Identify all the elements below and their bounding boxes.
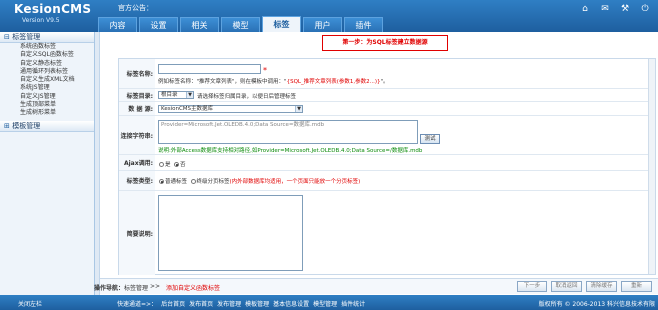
tag-type-label: 标签类型: — [119, 171, 155, 190]
nav-link-tag-management[interactable]: 标签管理 — [124, 283, 148, 292]
expand-icon: ⊞ — [4, 121, 10, 130]
form-scrollbar[interactable] — [648, 59, 655, 274]
logo: KesionCMS — [14, 2, 92, 16]
footer-link-admin-home[interactable]: 后台首页 — [161, 299, 185, 308]
clear-cache-button[interactable]: 清除缓存 — [586, 281, 617, 292]
type-page-label: 终级分页标签 — [196, 179, 230, 185]
sidebar-item-custom-static-tags[interactable]: 自定义静态标签 — [0, 60, 94, 68]
sidebar-section-label: 标签管理 — [12, 33, 41, 41]
row-tag-dir: 标签目录: 根目录 ▼ 请选择标签归属目录，以便日后管理标签 — [119, 89, 655, 102]
ajax-no-label: 否 — [180, 162, 186, 168]
wrench-icon[interactable]: ⚒ — [620, 4, 630, 14]
row-datasource: 数 据 源: KesionCMS主数据库 ▼ — [119, 102, 655, 116]
tag-form: 标签名称: * 例如标签名称："推荐文章列表"，则在模板中调用："{SQL_推荐… — [118, 58, 656, 275]
row-ajax: Ajax调用: 是 否 — [119, 155, 655, 171]
footer-link-publish-home[interactable]: 发布首页 — [189, 299, 213, 308]
required-mark: * — [263, 66, 267, 75]
main-panel: 第一步：为SQL标签建立数据源 标签名称: * 例如标签名称："推荐文章列表"，… — [94, 32, 658, 295]
tag-name-hint: 例如标签名称："推荐文章列表"，则在模板中调用："{SQL_推荐文章列表(参数1… — [158, 79, 389, 85]
tab-model[interactable]: 模型 — [221, 17, 260, 32]
nav-separator: >> — [150, 283, 161, 290]
sidebar-section-label: 模板管理 — [12, 121, 41, 130]
sidebar: ⊟ 标签管理 系统函数标签 自定义SQL函数标签 自定义静态标签 通用循环列表标… — [0, 32, 95, 295]
reset-button[interactable]: 重新 — [621, 281, 652, 292]
chevron-down-icon: ▼ — [186, 92, 193, 98]
sidebar-section-tag-management[interactable]: ⊟ 标签管理 — [0, 32, 94, 43]
footer-link-template-manage[interactable]: 模板管理 — [245, 299, 269, 308]
datasource-label: 数 据 源: — [119, 102, 155, 115]
tag-name-label: 标签名称: — [119, 59, 155, 88]
chevron-down-icon: ▼ — [295, 106, 302, 112]
ajax-no-radio[interactable] — [174, 162, 180, 167]
footer-link-publish-manage[interactable]: 发布管理 — [217, 299, 241, 308]
top-icons: ⌂ ✉ ⚒ ⏻ — [580, 4, 650, 14]
sidebar-item-custom-js[interactable]: 自定义JS管理 — [0, 93, 94, 101]
type-page-radio[interactable] — [190, 179, 196, 184]
datasource-select[interactable]: KesionCMS主数据库 ▼ — [158, 105, 303, 113]
operation-nav: 操作导航： 标签管理 >> 添加自定义函数标签 下一步 取消返回 清除缓存 重新 — [94, 278, 658, 294]
tag-dir-label: 标签目录: — [119, 89, 155, 101]
cancel-return-button[interactable]: 取消返回 — [551, 281, 582, 292]
tab-users[interactable]: 用户 — [303, 17, 342, 32]
close-left-panel-link[interactable]: 关闭左栏 — [18, 299, 42, 308]
type-hint: (内外部数据库均适用，一个页面只能放一个分页标签) — [229, 179, 361, 185]
row-description: 简要说明: — [119, 191, 655, 275]
test-button[interactable]: 测试 — [420, 134, 440, 144]
nav-link-add-function-tag[interactable]: 添加自定义函数标签 — [166, 283, 220, 292]
sidebar-item-tree-menu[interactable]: 生成树形菜单 — [0, 109, 94, 117]
type-normal-label: 普通标签 — [165, 179, 188, 185]
tag-type-options: 普通标签 终级分页标签(内外部数据库均适用，一个页面只能放一个分页标签) — [159, 177, 360, 185]
row-tag-name: 标签名称: * 例如标签名称："推荐文章列表"，则在模板中调用："{SQL_推荐… — [119, 59, 655, 89]
tab-plugins[interactable]: 插件 — [344, 17, 383, 32]
tab-related[interactable]: 相关 — [180, 17, 219, 32]
version-label: Version V9.5 — [22, 17, 60, 24]
quick-label: 快速通道=>： — [117, 301, 158, 308]
tag-dir-hint: 请选择标签归属目录，以便日后管理标签 — [197, 94, 297, 100]
sidebar-item-custom-sql-tags[interactable]: 自定义SQL函数标签 — [0, 51, 94, 59]
sidebar-item-loop-list-tags[interactable]: 通用循环列表标签 — [0, 68, 94, 76]
step-title: 第一步：为SQL标签建立数据源 — [322, 35, 448, 51]
row-tag-type: 标签类型: 普通标签 终级分页标签(内外部数据库均适用，一个页面只能放一个分页标… — [119, 171, 655, 191]
ajax-yes-label: 是 — [165, 162, 171, 168]
notice-label: 官方公告： — [118, 4, 153, 12]
ajax-label: Ajax调用: — [119, 155, 155, 170]
row-connection: 连接字符串: Provider=Microsoft.Jet.OLEDB.4.0;… — [119, 116, 655, 155]
tab-content[interactable]: 内容 — [98, 17, 137, 32]
tag-dir-select[interactable]: 根目录 ▼ — [158, 91, 194, 99]
ajax-options: 是 否 — [159, 160, 186, 168]
copyright: 版权所有 © 2006-2013 科兴信息技术有限 — [538, 301, 655, 308]
description-textarea[interactable] — [158, 195, 303, 271]
connection-label: 连接字符串: — [119, 116, 155, 154]
footer-link-plugin-stats[interactable]: 插件统计 — [341, 299, 365, 308]
home-icon[interactable]: ⌂ — [580, 4, 590, 14]
footer-link-model-manage[interactable]: 模型管理 — [313, 299, 337, 308]
sidebar-item-system-js[interactable]: 系统JS管理 — [0, 84, 94, 92]
next-step-button[interactable]: 下一步 — [517, 281, 547, 292]
footer: 关闭左栏 快速通道=>： 后台首页 发布首页 发布管理 模板管理 基本信息设置 … — [0, 295, 658, 310]
sidebar-section-template-management[interactable]: ⊞ 模板管理 — [0, 120, 94, 132]
tab-settings[interactable]: 设置 — [139, 17, 178, 32]
power-icon[interactable]: ⏻ — [640, 4, 650, 14]
ajax-yes-radio[interactable] — [159, 162, 164, 167]
footer-link-basic-settings[interactable]: 基本信息设置 — [273, 299, 309, 308]
tag-name-input[interactable] — [158, 64, 261, 74]
top-bar: KesionCMS Version V9.5 官方公告： 内容 设置 相关 模型… — [0, 0, 658, 32]
connection-hint: 说明:外部Access数据库支持相对路径,如Provider=Microsoft… — [158, 148, 423, 154]
quick-links: 快速通道=>： 后台首页 发布首页 发布管理 模板管理 基本信息设置 模型管理 … — [117, 299, 365, 308]
connection-string-input[interactable]: Provider=Microsoft.Jet.OLEDB.4.0;Data So… — [158, 120, 418, 144]
description-label: 简要说明: — [119, 191, 155, 275]
type-normal-radio[interactable] — [159, 179, 164, 184]
main-tabs: 内容 设置 相关 模型 标签 用户 插件 — [98, 15, 385, 32]
envelope-icon[interactable]: ✉ — [600, 4, 610, 14]
nav-label: 操作导航： — [94, 285, 125, 292]
tab-tags[interactable]: 标签 — [262, 16, 301, 32]
collapse-icon: ⊟ — [4, 33, 10, 41]
